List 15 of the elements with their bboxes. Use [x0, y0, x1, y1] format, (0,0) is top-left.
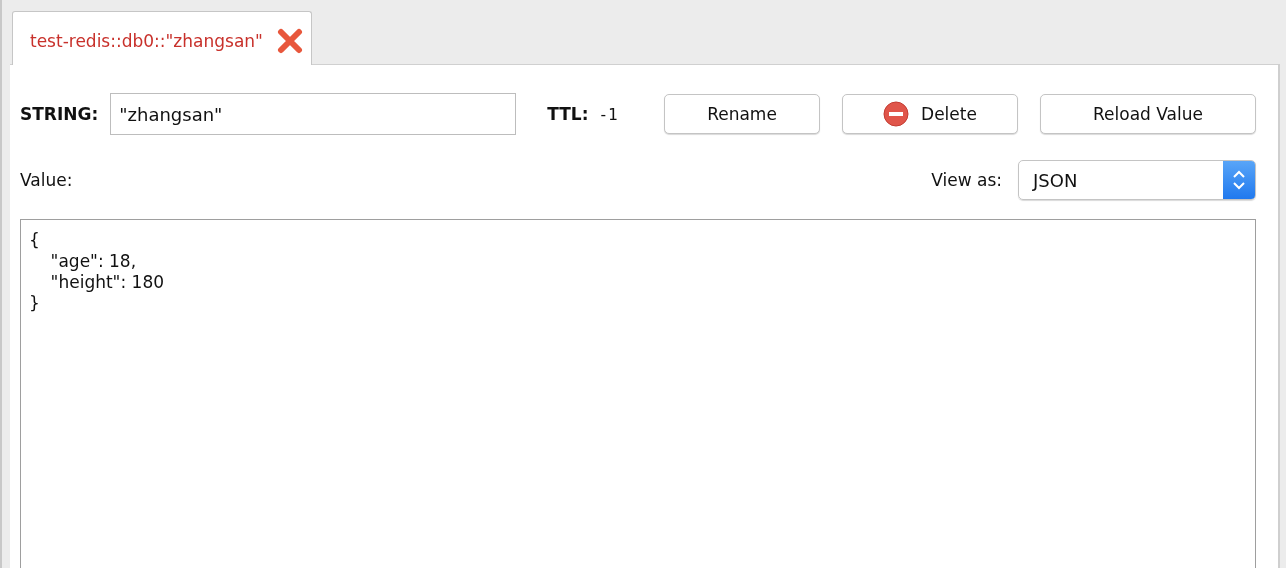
ttl-label: TTL:: [547, 104, 589, 124]
action-button[interactable]: Rename: [664, 94, 820, 134]
minus-circle-icon: [883, 101, 910, 127]
ttl-value: -1: [598, 104, 618, 124]
view-as-label: View as:: [931, 170, 1002, 190]
value-editor[interactable]: { "age": 18, "height": 180 }: [20, 219, 1256, 568]
stepper-icon: [1232, 168, 1246, 192]
value-label: Value:: [20, 170, 73, 190]
delete-button[interactable]: Delete: [842, 94, 1018, 134]
close-icon[interactable]: [276, 27, 303, 54]
type-label: STRING:: [20, 104, 99, 124]
action-button[interactable]: Reload Value: [1040, 94, 1256, 134]
view-as-select[interactable]: JSON: [1018, 160, 1256, 200]
key-name-field[interactable]: "zhangsan": [110, 93, 517, 135]
tab[interactable]: test-redis::db0::"zhangsan": [12, 11, 312, 65]
